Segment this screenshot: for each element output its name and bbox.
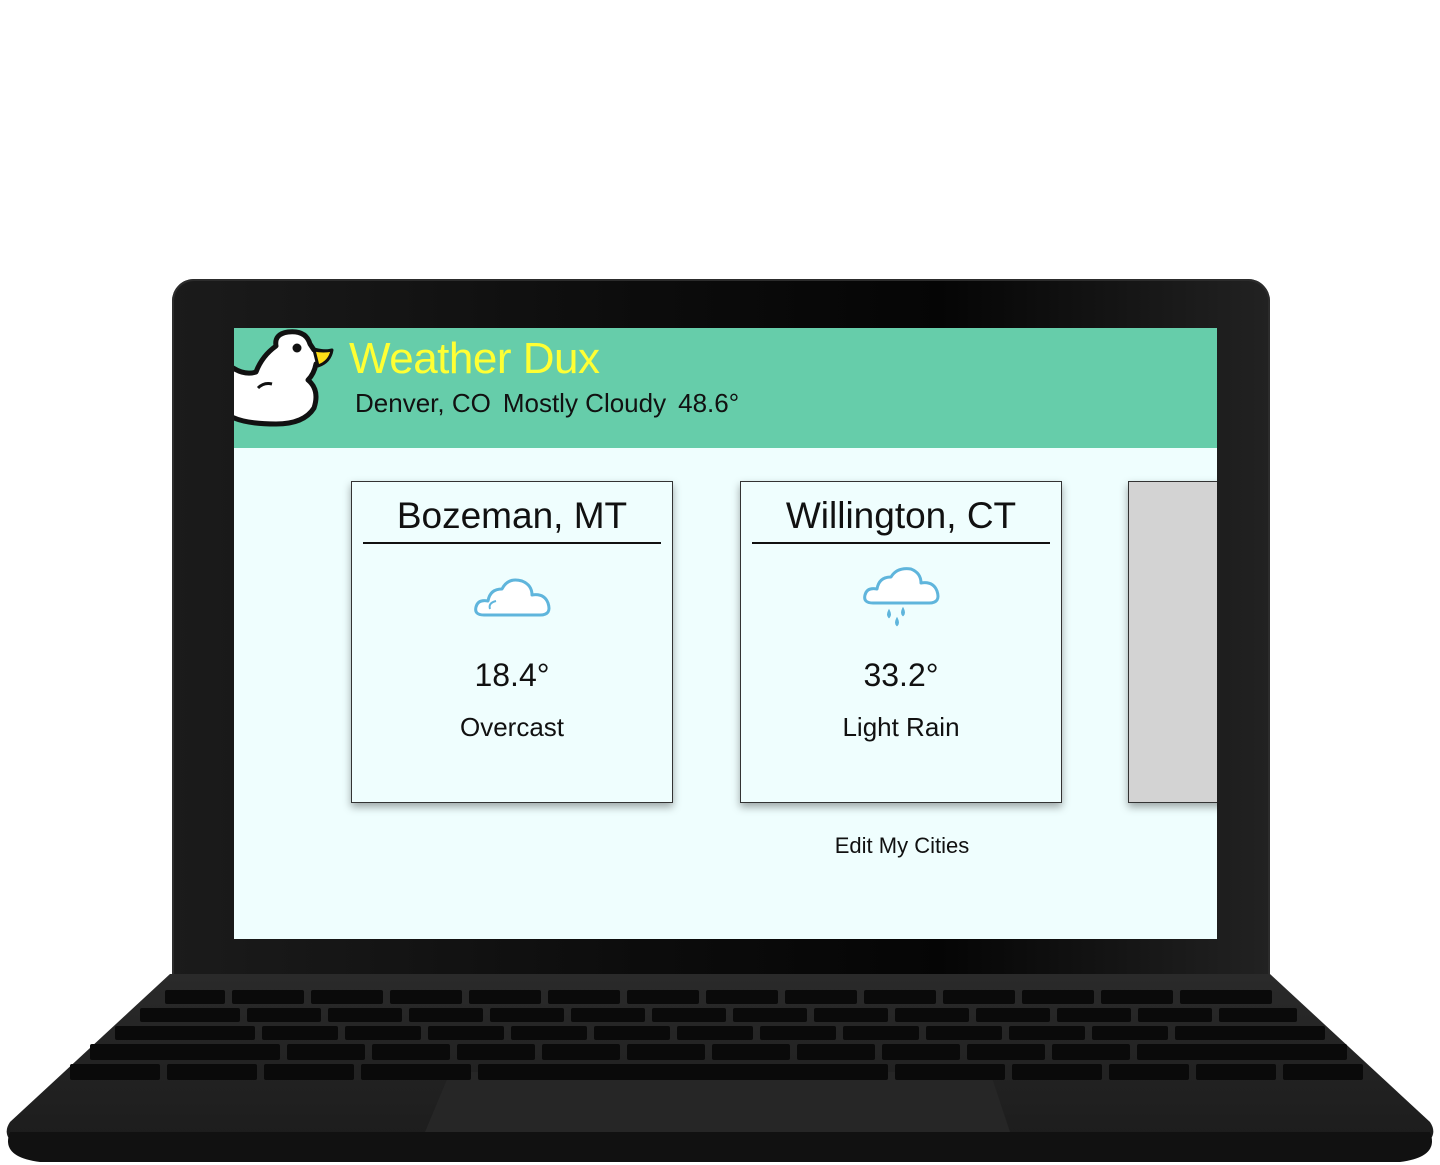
city-temperature: 33.2°	[863, 657, 939, 693]
city-card-bozeman[interactable]: Bozeman, MT 18.4° Overcast	[351, 481, 673, 803]
duck-icon	[234, 329, 334, 427]
city-card-willington[interactable]: Willington, CT 33.2° Light Rain	[740, 481, 1062, 803]
app-header: Weather Dux Denver, CO Mostly Cloudy 48.6°	[234, 328, 1217, 448]
city-name: Willington, CT	[752, 494, 1050, 544]
current-location: Denver, CO	[355, 388, 491, 418]
current-condition: Mostly Cloudy	[502, 388, 667, 418]
city-card-placeholder[interactable]	[1128, 481, 1217, 803]
rain-cloud-icon	[863, 567, 940, 627]
edit-cities-link[interactable]: Edit My Cities	[794, 833, 1010, 859]
laptop-keyboard-base	[0, 972, 1440, 1165]
current-conditions: Denver, CO Mostly Cloudy 48.6°	[355, 388, 751, 419]
city-temperature: 18.4°	[474, 657, 550, 693]
city-condition: Light Rain	[842, 712, 960, 742]
city-condition: Overcast	[459, 712, 565, 742]
app-screen: Weather Dux Denver, CO Mostly Cloudy 48.6°…	[234, 328, 1217, 939]
app-title: Weather Dux	[349, 334, 600, 383]
current-temperature: 48.6°	[678, 388, 740, 418]
cloud-icon	[474, 578, 551, 617]
city-name: Bozeman, MT	[363, 494, 661, 544]
